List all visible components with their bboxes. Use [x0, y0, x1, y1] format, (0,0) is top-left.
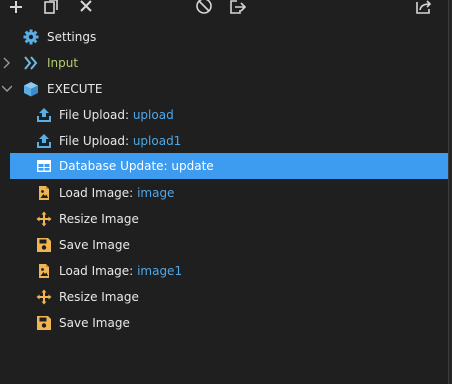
image-file-icon [36, 263, 52, 279]
tree-item-step[interactable]: Load Image: image [0, 180, 448, 206]
chevron-double-right-icon [23, 55, 39, 71]
tree-item-input[interactable]: Input [0, 50, 448, 76]
tree-item-step[interactable]: Resize Image [0, 284, 448, 310]
floppy-disk-icon [36, 237, 52, 253]
tree-item-label: Load Image: image1 [59, 263, 182, 279]
chevron-down-icon[interactable] [1, 83, 13, 95]
toolbar [0, 0, 448, 16]
tree-item-label: Input [47, 56, 79, 70]
upload-icon [36, 133, 52, 149]
delete-button[interactable] [76, 0, 96, 16]
tree-item-step[interactable]: File Upload: upload [0, 102, 448, 128]
tree-item-step[interactable]: Save Image [0, 310, 448, 336]
workflow-tree-panel: Settings Input EXECUTE File Upload: uplo… [0, 0, 448, 384]
floppy-disk-icon [36, 315, 52, 331]
step-value: image [137, 186, 175, 200]
tree-item-label: EXECUTE [47, 82, 103, 96]
tree-item-step[interactable]: File Upload: upload1 [0, 128, 448, 154]
tree-item-label: Load Image: image [59, 185, 174, 201]
step-value: image1 [137, 264, 183, 278]
upload-icon [36, 107, 52, 123]
share-icon [416, 0, 432, 14]
tree-item-label: File Upload: upload [59, 107, 174, 123]
tree-item-label: Save Image [59, 238, 130, 252]
step-value: upload1 [132, 134, 182, 148]
share-button[interactable] [414, 0, 434, 16]
tree-item-label: Resize Image [59, 212, 139, 226]
tree-item-label: Database Update: update [59, 158, 214, 174]
disable-button[interactable] [194, 0, 214, 16]
tree-item-step[interactable]: Load Image: image1 [0, 258, 448, 284]
step-value: upload [132, 108, 174, 122]
move-arrows-icon [36, 211, 52, 227]
tree-item-step[interactable]: Save Image [0, 232, 448, 258]
tree-item-label: File Upload: upload1 [59, 133, 181, 149]
copy-icon [44, 0, 58, 14]
step-name: File Upload: [59, 134, 129, 148]
add-button[interactable] [6, 0, 26, 16]
image-file-icon [36, 185, 52, 201]
copy-button[interactable] [42, 0, 62, 16]
gear-icon [23, 29, 39, 45]
export-icon [230, 0, 247, 14]
step-name: Database Update: [59, 159, 168, 173]
cube-icon [23, 81, 39, 97]
tree-item-step-selected[interactable]: Database Update: update [10, 153, 448, 179]
step-name: Load Image: [59, 186, 134, 200]
tree-item-label: Settings [47, 30, 97, 44]
close-icon [80, 0, 92, 12]
step-name: Load Image: [59, 264, 134, 278]
export-button[interactable] [228, 0, 248, 16]
chevron-right-icon[interactable] [2, 57, 12, 69]
step-name: File Upload: [59, 108, 129, 122]
tree-item-execute[interactable]: EXECUTE [0, 76, 448, 102]
tree-item-label: Save Image [59, 316, 130, 330]
tree-item-step[interactable]: Resize Image [0, 206, 448, 232]
table-icon [36, 158, 52, 174]
plus-icon [10, 1, 22, 13]
tree-item-label: Resize Image [59, 290, 139, 304]
step-value: update [171, 159, 214, 173]
tree-item-settings[interactable]: Settings [0, 24, 448, 50]
move-arrows-icon [36, 289, 52, 305]
ban-icon [196, 0, 212, 14]
